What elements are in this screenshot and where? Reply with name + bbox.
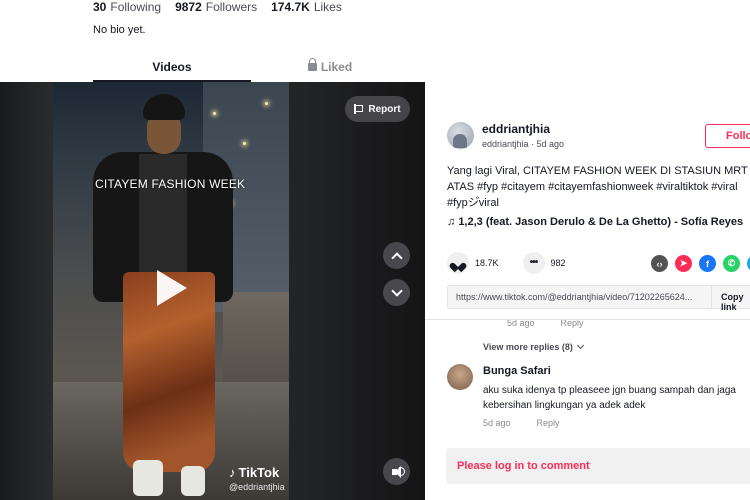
share-icons: ‹› ➤ f ✆ t — [651, 255, 750, 272]
follow-button[interactable]: Follow — [705, 124, 750, 148]
like-count: 18.7K — [475, 258, 499, 268]
reply-link[interactable]: Reply — [537, 418, 560, 428]
music-note-icon: ♫ — [447, 216, 459, 228]
view-more-label: View more replies (8) — [483, 342, 573, 352]
avatar[interactable] — [447, 122, 474, 149]
chevron-down-icon — [390, 284, 403, 297]
comment-icon: ••• — [529, 257, 538, 268]
tab-liked[interactable]: Liked — [251, 58, 409, 82]
caption-line: Yang lagi Viral, CITAYEM FASHION WEEK DI… — [447, 165, 750, 177]
post-subline: eddriantjhia · 5d ago — [482, 139, 565, 149]
street-light — [243, 142, 246, 145]
volume-wave — [399, 467, 405, 476]
lock-icon — [307, 58, 317, 71]
person-shoe — [133, 460, 163, 496]
report-label: Report — [368, 103, 401, 115]
comment-count: 982 — [550, 258, 566, 268]
following-stat[interactable]: 30 Following — [93, 0, 161, 14]
post-username[interactable]: eddriantjhia — [482, 122, 550, 136]
previous-video-button[interactable] — [383, 242, 410, 269]
profile-stats: 30 Following 9872 Followers 174.7K Likes — [93, 0, 342, 14]
tab-videos[interactable]: Videos — [93, 58, 251, 82]
comment-list: 5d ago Reply View more replies (8) Bunga … — [425, 320, 750, 440]
reply-link[interactable]: Reply — [561, 320, 584, 328]
tiktok-watermark: ♪ TikTok — [229, 465, 279, 480]
comment-meta: 5d ago Reply — [483, 418, 586, 428]
chevron-up-icon — [390, 251, 403, 264]
person-face — [147, 114, 181, 154]
play-icon[interactable] — [157, 270, 187, 306]
facebook-icon[interactable]: f — [699, 255, 716, 272]
previous-comment-meta: 5d ago Reply — [507, 320, 610, 328]
comment-time: 5d ago — [507, 320, 535, 328]
copy-link-button[interactable]: Copy link — [711, 286, 750, 312]
chevron-down-icon — [576, 341, 584, 350]
comment-time: 5d ago — [483, 418, 511, 428]
video-overlay-text: CITAYEM FASHION WEEK — [95, 177, 246, 191]
caption-line: #fypシ゚viral — [447, 197, 499, 209]
comment-text: aku suka idenya tp pleaseee jgn buang sa… — [483, 385, 736, 411]
person-shirt — [139, 154, 187, 274]
volume-button[interactable] — [383, 458, 410, 485]
flag-icon — [354, 104, 363, 114]
video-url[interactable]: https://www.tiktok.com/@eddriantjhia/vid… — [456, 292, 711, 302]
view-more-replies-button[interactable]: View more replies (8) — [483, 341, 584, 352]
report-button[interactable]: Report — [345, 96, 410, 122]
next-video-button[interactable] — [383, 279, 410, 306]
tiktok-logo-icon: ♪ — [229, 465, 236, 480]
watermark-brand: TikTok — [238, 465, 280, 480]
profile-bio: No bio yet. — [93, 24, 146, 36]
music-link[interactable]: ♫ 1,2,3 (feat. Jason Derulo & De La Ghet… — [447, 216, 743, 228]
like-button[interactable] — [447, 252, 469, 274]
caption-line: ATAS #fyp #citayem #citayemfashionweek #… — [447, 181, 738, 193]
post-panel: eddriantjhia eddriantjhia · 5d ago Follo… — [425, 82, 750, 500]
video-stage: CITAYEM FASHION WEEK ♪ TikTok @eddriantjh… — [0, 82, 425, 500]
tab-liked-label: Liked — [320, 60, 353, 74]
street-light — [265, 102, 268, 105]
video-frame[interactable]: CITAYEM FASHION WEEK ♪ TikTok @eddriantjh… — [53, 82, 289, 500]
profile-tabs: Videos Liked — [93, 58, 423, 82]
volume-icon — [392, 465, 401, 478]
person-hat — [143, 94, 185, 120]
person-shoe — [181, 466, 205, 496]
share-link-box: https://www.tiktok.com/@eddriantjhia/vid… — [447, 285, 750, 312]
comment-author[interactable]: Bunga Safari — [483, 365, 551, 377]
post-caption: Yang lagi Viral, CITAYEM FASHION WEEK DI… — [447, 163, 750, 211]
comment-button[interactable]: ••• — [522, 252, 545, 274]
login-to-comment[interactable]: Please log in to comment — [446, 448, 750, 484]
embed-icon[interactable]: ‹› — [651, 255, 668, 272]
music-title: 1,2,3 (feat. Jason Derulo & De La Ghetto… — [458, 216, 744, 228]
avatar[interactable] — [447, 364, 473, 390]
followers-stat[interactable]: 9872 Followers — [175, 0, 257, 14]
whatsapp-icon[interactable]: ✆ — [723, 255, 740, 272]
heart-icon — [453, 259, 463, 268]
likes-stat: 174.7K Likes — [271, 0, 342, 14]
tiktok-page: 30 Following 9872 Followers 174.7K Likes No… — [0, 0, 750, 500]
send-icon[interactable]: ➤ — [675, 255, 692, 272]
watermark-username: @eddriantjhia — [229, 482, 285, 492]
post-actions: 18.7K ••• 982 — [447, 252, 590, 274]
